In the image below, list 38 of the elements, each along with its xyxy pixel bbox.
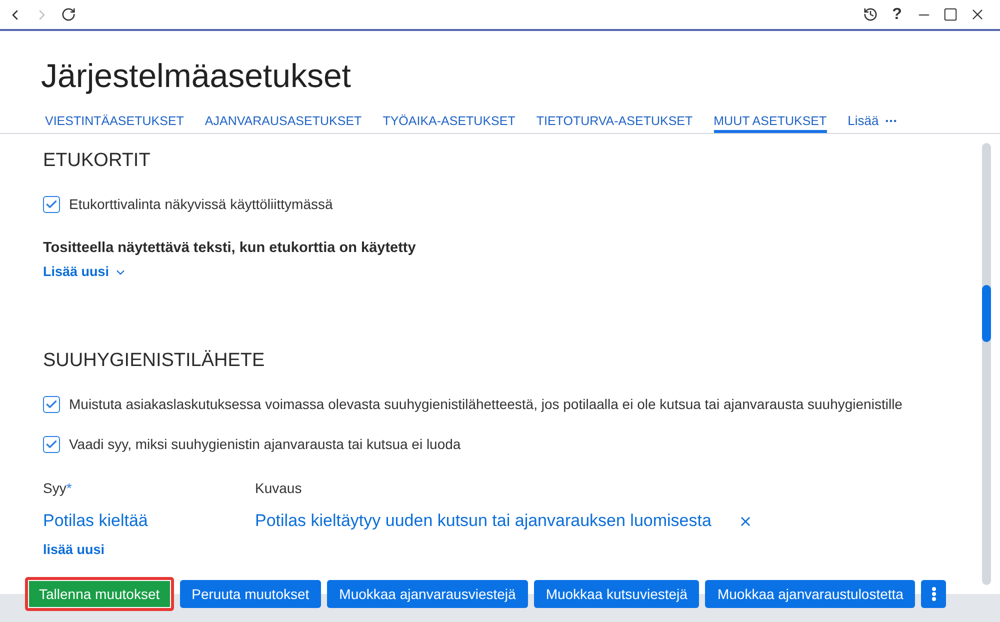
checkbox-label: Etukorttivalinta näkyvissä käyttöliittymässä xyxy=(69,195,333,214)
section-heading: ETUKORTIT xyxy=(43,149,150,173)
action-button[interactable]: Tallenna muutokset xyxy=(25,577,174,611)
action-button[interactable]: Muokkaa ajanvarausviestejä xyxy=(327,580,528,608)
checkbox[interactable] xyxy=(43,396,60,412)
action-button[interactable]: Peruuta muutokset xyxy=(180,580,322,608)
checkbox[interactable] xyxy=(43,196,60,212)
description-link[interactable]: Potilas kieltäytyy uuden kutsun tai ajanvarauksen luomisesta xyxy=(255,509,712,533)
column-header: Kuvaus xyxy=(255,480,302,496)
tab[interactable]: TYÖAIKA-ASETUKSET xyxy=(382,112,516,133)
check-icon xyxy=(45,438,58,450)
reason-link[interactable]: Potilas kieltää xyxy=(43,511,148,530)
tab[interactable]: MUUT ASETUKSET xyxy=(714,112,827,133)
section-heading: SUUHYGIENISTILÄHETE xyxy=(43,349,265,373)
checkbox-label: Muistuta asiakaslaskutuksessa voimassa olevasta suuhygienistilähetteestä, jos potilaalla ei ole kutsua tai ajanvarausta suuhygienistille xyxy=(69,395,902,414)
add-new-dropdown[interactable]: Lisää uusi xyxy=(43,262,128,282)
field-heading: Tositteella näytettävä teksti, kun etukorttia on käytetty xyxy=(43,239,416,258)
action-button[interactable]: Muokkaa ajanvaraustulostetta xyxy=(705,580,916,608)
tab[interactable]: AJANVARAUSASETUKSET xyxy=(204,112,362,133)
scrollbar[interactable] xyxy=(982,143,991,585)
check-icon xyxy=(45,398,58,410)
refresh-icon[interactable] xyxy=(61,7,76,22)
tab[interactable]: TIETOTURVA-ASETUKSET xyxy=(536,112,693,133)
more-tab[interactable]: Lisää xyxy=(848,112,898,133)
checkbox[interactable] xyxy=(43,436,60,452)
history-icon[interactable] xyxy=(863,7,878,22)
add-new-link[interactable]: lisää uusi xyxy=(43,540,105,560)
help-button[interactable]: ? xyxy=(889,4,905,24)
column-header: Syy* xyxy=(43,480,72,496)
checkbox-label: Vaadi syy, miksi suuhygienistin ajanvarausta tai kutsua ei luoda xyxy=(69,435,461,454)
tab[interactable]: VIESTINTÄASETUKSET xyxy=(45,112,184,133)
action-button[interactable]: Muokkaa kutsuviestejä xyxy=(534,580,700,608)
page-title: Järjestelmäasetukset xyxy=(41,56,351,96)
more-button[interactable] xyxy=(921,580,946,608)
vertical-dots-icon xyxy=(932,587,936,601)
maximize-icon[interactable] xyxy=(943,7,958,22)
check-icon xyxy=(45,198,58,210)
scrollbar-thumb[interactable] xyxy=(982,285,991,342)
